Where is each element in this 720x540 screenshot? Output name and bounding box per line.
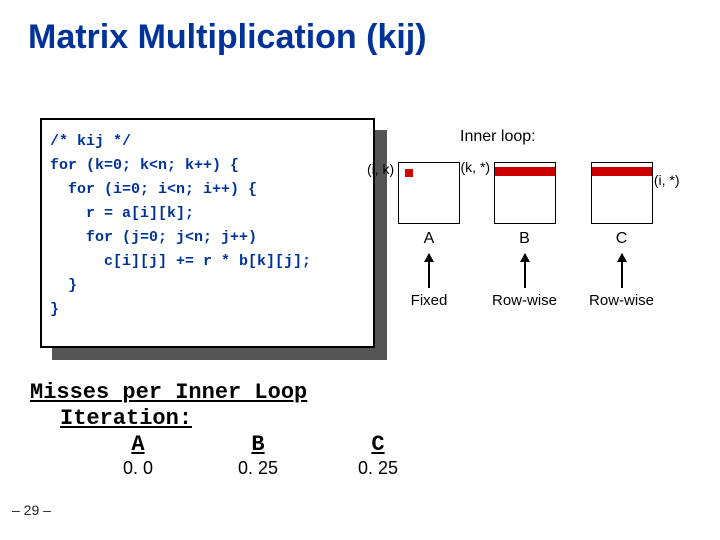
matrix-B-name: B bbox=[519, 230, 530, 248]
matrix-A-name: A bbox=[424, 230, 435, 248]
slide-number: – 29 – bbox=[12, 502, 51, 518]
matrix-B-access: Row-wise bbox=[492, 292, 557, 309]
row-marker bbox=[592, 167, 652, 176]
slide-title: Matrix Multiplication (kij) bbox=[0, 0, 720, 57]
matrix-C: (i, *) C Row-wise bbox=[589, 162, 654, 309]
matrix-B-box: (k, *) bbox=[494, 162, 556, 224]
matrix-C-box: (i, *) bbox=[591, 162, 653, 224]
matrix-A-access: Fixed bbox=[411, 292, 448, 309]
val-A: 0. 0 bbox=[78, 458, 198, 479]
col-header-B: B bbox=[198, 432, 318, 457]
col-header-A: A bbox=[78, 432, 198, 457]
inner-loop-label: Inner loop: bbox=[460, 128, 536, 146]
fixed-marker bbox=[405, 169, 413, 177]
arrow-icon bbox=[621, 254, 623, 288]
arrow-icon bbox=[524, 254, 526, 288]
misses-heading-2: Iteration: bbox=[60, 406, 192, 431]
misses-header: A B C bbox=[78, 432, 438, 457]
val-B: 0. 25 bbox=[198, 458, 318, 479]
matrix-C-access: Row-wise bbox=[589, 292, 654, 309]
arrow-icon bbox=[428, 254, 430, 288]
matrix-A-box: (i, k) bbox=[398, 162, 460, 224]
matrix-B-index: (k, *) bbox=[461, 159, 491, 175]
col-header-C: C bbox=[318, 432, 438, 457]
row-marker bbox=[495, 167, 555, 176]
matrix-A: (i, k) A Fixed bbox=[398, 162, 460, 309]
matrix-B: (k, *) B Row-wise bbox=[492, 162, 557, 309]
matrix-C-index: (i, *) bbox=[654, 172, 680, 188]
misses-heading-1: Misses per Inner Loop bbox=[30, 380, 307, 405]
matrix-row: (i, k) A Fixed (k, *) B Row-wise (i, *) … bbox=[398, 162, 654, 309]
matrix-A-index: (i, k) bbox=[367, 161, 394, 177]
code-box: /* kij */ for (k=0; k<n; k++) { for (i=0… bbox=[40, 118, 375, 348]
matrix-C-name: C bbox=[616, 230, 628, 248]
misses-values: 0. 0 0. 25 0. 25 bbox=[78, 458, 438, 479]
code-frame: /* kij */ for (k=0; k<n; k++) { for (i=0… bbox=[40, 118, 375, 348]
val-C: 0. 25 bbox=[318, 458, 438, 479]
code-content: /* kij */ for (k=0; k<n; k++) { for (i=0… bbox=[50, 130, 365, 322]
